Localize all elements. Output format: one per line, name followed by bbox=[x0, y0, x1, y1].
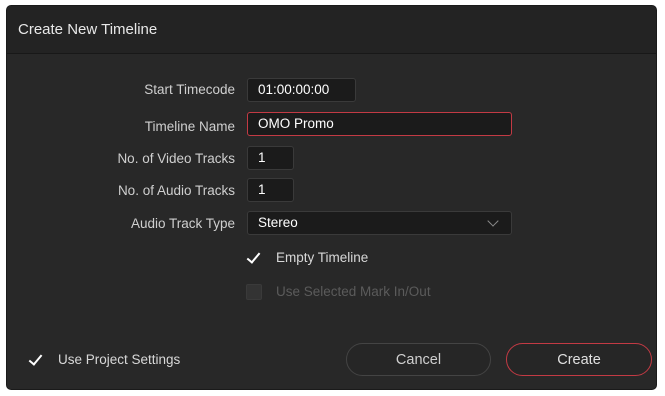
use-selected-mark-label: Use Selected Mark In/Out bbox=[276, 284, 431, 299]
checkmark-icon bbox=[28, 351, 43, 366]
start-timecode-label: Start Timecode bbox=[144, 82, 235, 97]
use-selected-mark-option: Use Selected Mark In/Out bbox=[246, 284, 431, 300]
empty-timeline-checkbox[interactable] bbox=[246, 249, 262, 266]
use-project-settings-option[interactable]: Use Project Settings bbox=[28, 351, 181, 368]
video-tracks-field[interactable]: 1 bbox=[247, 146, 294, 170]
use-project-settings-label: Use Project Settings bbox=[58, 352, 181, 367]
dialog-titlebar: Create New Timeline bbox=[7, 6, 656, 54]
dialog-title: Create New Timeline bbox=[18, 21, 158, 38]
create-new-timeline-dialog: Create New Timeline Start Timecode 01:00… bbox=[7, 6, 656, 389]
video-tracks-label: No. of Video Tracks bbox=[117, 151, 235, 166]
empty-timeline-label: Empty Timeline bbox=[276, 250, 369, 265]
audio-track-type-select[interactable]: Stereo bbox=[247, 211, 512, 235]
audio-tracks-label: No. of Audio Tracks bbox=[117, 183, 235, 198]
audio-tracks-field[interactable]: 1 bbox=[247, 178, 294, 202]
cancel-button[interactable]: Cancel bbox=[346, 343, 491, 376]
audio-track-type-label: Audio Track Type bbox=[130, 216, 235, 231]
create-button[interactable]: Create bbox=[506, 343, 652, 376]
timeline-name-field[interactable]: OMO Promo bbox=[247, 112, 512, 136]
start-timecode-field[interactable]: 01:00:00:00 bbox=[247, 78, 356, 102]
chevron-down-icon bbox=[487, 215, 499, 227]
use-project-settings-checkbox[interactable] bbox=[28, 351, 44, 368]
audio-track-type-value: Stereo bbox=[258, 215, 298, 230]
empty-timeline-option[interactable]: Empty Timeline bbox=[246, 249, 369, 266]
checkmark-icon bbox=[246, 249, 261, 264]
use-selected-mark-checkbox bbox=[246, 284, 262, 300]
timeline-name-label: Timeline Name bbox=[144, 119, 235, 134]
